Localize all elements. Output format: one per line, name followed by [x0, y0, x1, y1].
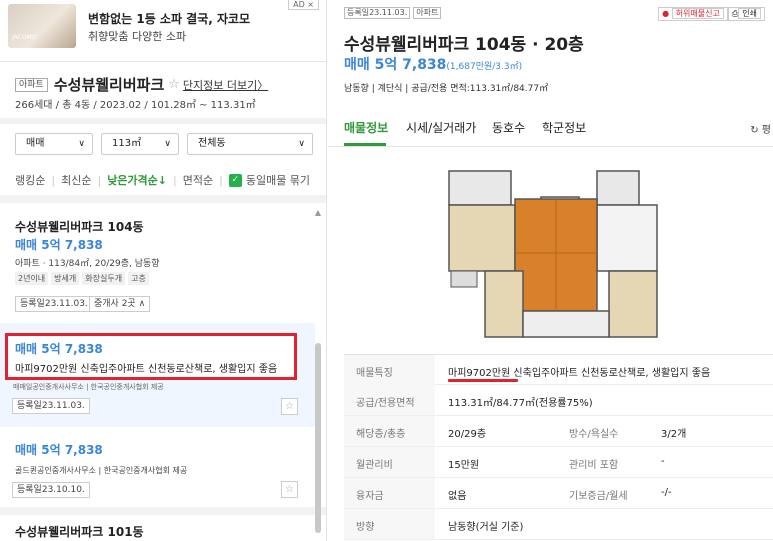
registered-date: 등록일23.11.03.: [15, 296, 93, 312]
complex-name: 수성뷰웰리버파크: [53, 76, 165, 94]
row-value: -: [661, 456, 665, 467]
detail-tabs: 매물정보 시세/실거래가 동호수 학군정보 ↻ 평: [328, 111, 773, 147]
active-tab-indicator: [344, 143, 386, 146]
listing-agent: 골드퀸공인중개사사무소 | 한국공인중개사협회 제공: [15, 466, 188, 475]
floor-plan-image: [445, 163, 667, 347]
trade-type-select[interactable]: 매매 ∨: [15, 133, 93, 155]
ad-banner[interactable]: JACOMO 변함없는 1등 소파 결국, 자코모 취향맞춤 다양한 소파 AD…: [0, 0, 326, 62]
row-value: 20/29층: [448, 429, 487, 440]
sort-latest[interactable]: 최신순: [61, 172, 91, 188]
listing-feature: 마피9702만원 신축입주아파트 신천동로산책로, 생활입지 좋음: [15, 364, 278, 375]
row-label: 매물특징: [356, 368, 393, 379]
report-button[interactable]: ● 허위매물신고: [658, 7, 728, 21]
table-row: 융자금 없음 기보증금/월세 -/-: [344, 478, 773, 509]
tag: 고층: [128, 272, 149, 285]
row-value: -/-: [661, 487, 672, 498]
listing-title[interactable]: 수성뷰웰리버파크 101동: [15, 523, 144, 540]
detail-price: 매매 5억 7,838(1,687만원/3.3㎡): [344, 57, 523, 73]
ad-title[interactable]: 변함없는 1등 소파 결국, 자코모: [88, 10, 250, 27]
complex-info: 266세대 / 총 4동 / 2023.02 / 101.28㎡ ~ 113.3…: [15, 100, 256, 111]
tab-school-info[interactable]: 학군정보: [542, 119, 586, 136]
ad-close-tag[interactable]: AD ×: [288, 0, 319, 10]
listing-price[interactable]: 매매 5억 7,838: [15, 441, 103, 458]
agents-toggle-button[interactable]: 중개사 2곳 ∧: [89, 296, 151, 312]
row-value: 마피9702만원 신축입주아파트 신천동로산책로, 생활입지 좋음: [448, 368, 711, 379]
row-value: 15만원: [448, 460, 480, 471]
registered-date: 등록일23.11.03.: [12, 398, 90, 414]
highlight-underline: [448, 379, 518, 382]
listing-price: 매매 5억 7,838: [15, 342, 103, 356]
favorite-icon[interactable]: ☆: [281, 481, 298, 498]
sort-low-price[interactable]: 낮은가격순↓: [107, 172, 167, 188]
complex-info-link[interactable]: 단지정보 더보기〉: [183, 77, 268, 93]
table-row: 월관리비 15만원 관리비 포함 -: [344, 447, 773, 478]
tab-unit-numbers[interactable]: 동호수: [492, 119, 525, 136]
listing-title[interactable]: 수성뷰웰리버파크 104동: [15, 218, 144, 235]
tag: 2년이내: [15, 272, 49, 285]
sort-options: 랭킹순 | 최신순 | 낮은가격순↓ | 면적순 | ✓ 동일매물 묶기: [15, 172, 311, 188]
table-row: 공급/전용면적 113.31㎡/84.77㎡(전용률75%): [344, 385, 773, 416]
divider: [0, 195, 326, 203]
listing-tags: 2년이내 방세개 화장실두개 고층: [15, 272, 149, 285]
ad-subtitle: 취향맞춤 다양한 소파: [88, 30, 187, 43]
scrollbar[interactable]: ▲: [314, 208, 322, 541]
listing-price: 매매 5억 7,838: [15, 238, 103, 252]
row-value: 113.31㎡/84.77㎡(전용률75%): [448, 398, 593, 409]
listing-detail-table: 매물특징 마피9702만원 신축입주아파트 신천동로산책로, 생활입지 좋음 공…: [344, 354, 773, 540]
favorite-icon[interactable]: ☆: [281, 398, 298, 415]
complex-header: 아파트 수성뷰웰리버파크 ☆ 단지정보 더보기〉: [15, 74, 268, 95]
row-value: 없음: [448, 491, 467, 502]
area-unit-toggle[interactable]: ↻ 평: [750, 121, 771, 136]
ad-sofa-image: JACOMO: [8, 4, 76, 48]
tab-listing-info[interactable]: 매물정보: [344, 119, 388, 136]
highlighted-listing[interactable]: 매매 5억 7,838 마피9702만원 신축입주아파트 신천동로산책로, 생활…: [5, 333, 297, 380]
row-value: 남동향(거실 기준): [448, 522, 524, 533]
row-label: 방향: [356, 522, 375, 533]
table-row: 해당층/총층 20/29층 방수/욕실수 3/2개: [344, 416, 773, 447]
table-row: 매물특징 마피9702만원 신축입주아파트 신천동로산책로, 생활입지 좋음: [344, 354, 773, 385]
row-label: 융자금: [356, 491, 384, 502]
type-badge: 아파트: [413, 7, 442, 19]
row-value: 3/2개: [661, 429, 687, 440]
same-listing-label[interactable]: 동일매물 묶기: [246, 172, 310, 188]
checkbox-checked-icon[interactable]: ✓: [228, 173, 242, 187]
row-label: 월관리비: [356, 460, 393, 471]
listing-agent-hidden: 매매일공인중개사사무소 | 한국공인중개사협회 제공: [13, 383, 164, 391]
chevron-down-icon: ∨: [164, 139, 171, 149]
detail-badges: 등록일23.11.03. 아파트: [344, 7, 442, 19]
registered-date: 등록일23.10.10.: [12, 482, 90, 498]
divider: [0, 118, 326, 124]
detail-title: 수성뷰웰리버파크 104동 · 20층: [344, 35, 584, 55]
row-label: 관리비 포함: [569, 460, 619, 471]
row-label: 기보증금/월세: [569, 491, 628, 502]
sort-ranking[interactable]: 랭킹순: [15, 172, 45, 188]
dong-select[interactable]: 전체동 ∨: [187, 133, 313, 155]
scrollbar-thumb[interactable]: [315, 343, 321, 533]
detail-actions: ● 허위매물신고 ⎙ 인쇄: [658, 7, 765, 21]
row-label: 해당층/총층: [356, 429, 406, 440]
print-button[interactable]: ⎙ 인쇄: [727, 7, 765, 21]
detail-summary: 남동향 | 계단식 | 공급/전용 면적:113.31㎡/84.77㎡: [344, 84, 549, 94]
divider: [0, 507, 326, 515]
row-label: 방수/욕실수: [569, 429, 619, 440]
scroll-up-icon[interactable]: ▲: [314, 208, 322, 217]
registered-badge: 등록일23.11.03.: [344, 7, 411, 19]
sort-area[interactable]: 면적순: [183, 172, 213, 188]
chevron-down-icon: ∨: [298, 139, 305, 149]
tag: 방세개: [51, 272, 80, 285]
listing-desc: 아파트 · 113/84㎡, 20/29층, 남동향: [15, 259, 160, 269]
tab-price-history[interactable]: 시세/실거래가: [406, 119, 476, 136]
area-select[interactable]: 113㎡ ∨: [101, 133, 179, 155]
row-label: 공급/전용면적: [356, 398, 415, 409]
tag: 화장실두개: [82, 272, 126, 285]
detail-panel: 등록일23.11.03. 아파트 ● 허위매물신고 ⎙ 인쇄 수성뷰웰리버파크 1…: [328, 0, 773, 541]
listing-panel: JACOMO 변함없는 1등 소파 결국, 자코모 취향맞춤 다양한 소파 AD…: [0, 0, 327, 541]
complex-type-badge: 아파트: [15, 77, 48, 92]
chevron-down-icon: ∨: [78, 139, 85, 149]
table-row: 방향 남동향(거실 기준): [344, 509, 773, 540]
star-icon[interactable]: ☆: [168, 77, 180, 92]
